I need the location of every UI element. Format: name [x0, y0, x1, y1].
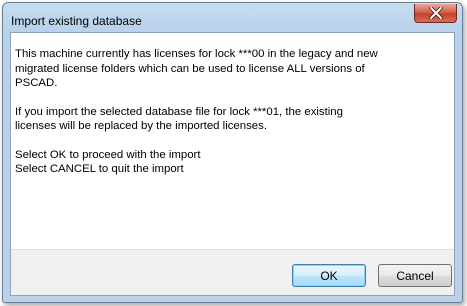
close-button[interactable] [414, 4, 457, 23]
close-icon [428, 7, 443, 19]
ok-button[interactable]: OK [292, 264, 366, 287]
message-text: This machine currently has licenses for … [15, 47, 425, 191]
dialog-title: Import existing database [11, 14, 142, 28]
cancel-button[interactable]: Cancel [378, 264, 452, 287]
message-paragraph-licenses: This machine currently has licenses for … [15, 48, 378, 89]
message-paragraph-import-warning: If you import the selected database file… [15, 105, 343, 133]
import-database-dialog: Import existing database OK Cancel This … [2, 2, 463, 303]
message-paragraph-instructions: Select OK to proceed with the import Sel… [15, 148, 201, 176]
button-bar: OK Cancel [11, 249, 454, 295]
